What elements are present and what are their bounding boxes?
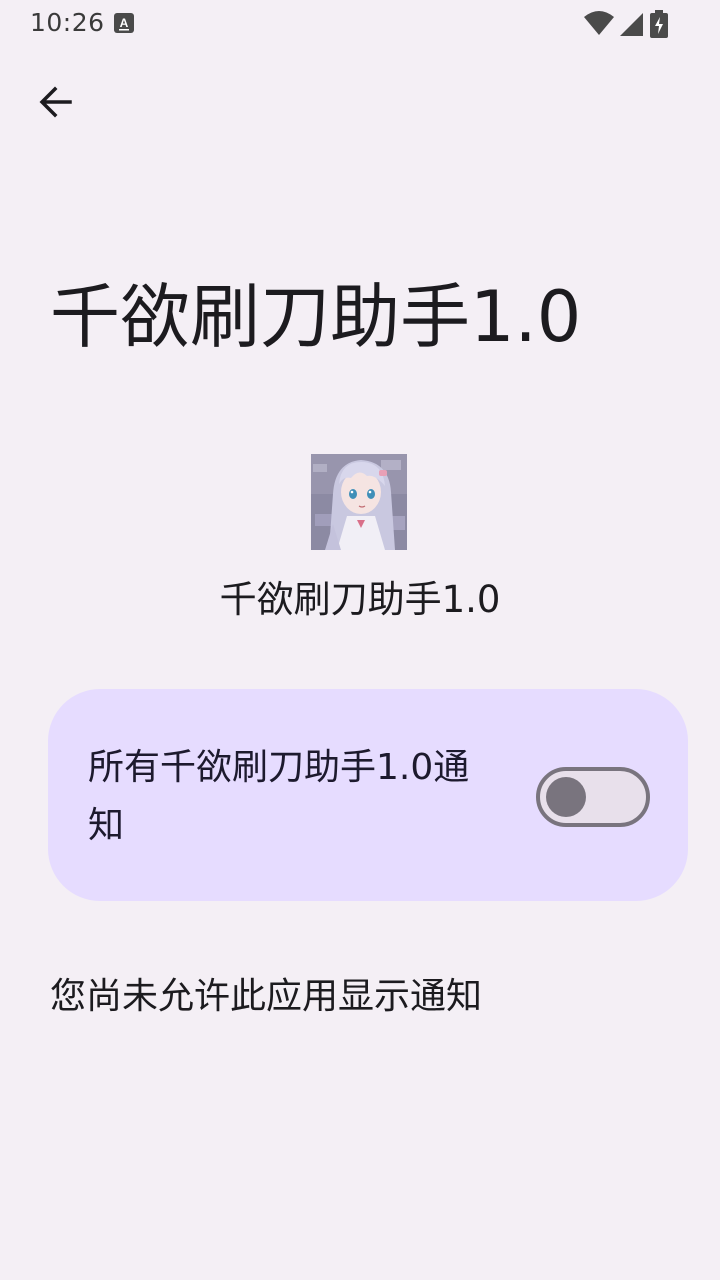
status-icons xyxy=(584,10,670,42)
status-bar: 10:26 A xyxy=(0,0,720,48)
all-notifications-card[interactable]: 所有千欲刷刀助手1.0通知 xyxy=(48,689,688,901)
all-notifications-label: 所有千欲刷刀助手1.0通知 xyxy=(88,747,470,846)
arrow-back-icon xyxy=(38,84,74,124)
page-title: 千欲刷刀助手1.0 xyxy=(50,276,582,358)
toggle-thumb xyxy=(546,777,586,817)
notifications-not-allowed-text: 您尚未允许此应用显示通知 xyxy=(50,976,483,1017)
keyboard-a-icon: A xyxy=(114,13,134,33)
wifi-icon xyxy=(584,11,614,41)
notifications-toggle[interactable] xyxy=(536,767,650,827)
status-time: 10:26 xyxy=(30,8,105,37)
app-icon xyxy=(311,454,407,550)
svg-text:A: A xyxy=(120,16,129,30)
back-button[interactable] xyxy=(26,76,86,132)
cell-signal-icon xyxy=(618,11,644,41)
app-name: 千欲刷刀助手1.0 xyxy=(219,578,501,621)
battery-charging-icon xyxy=(648,10,670,42)
